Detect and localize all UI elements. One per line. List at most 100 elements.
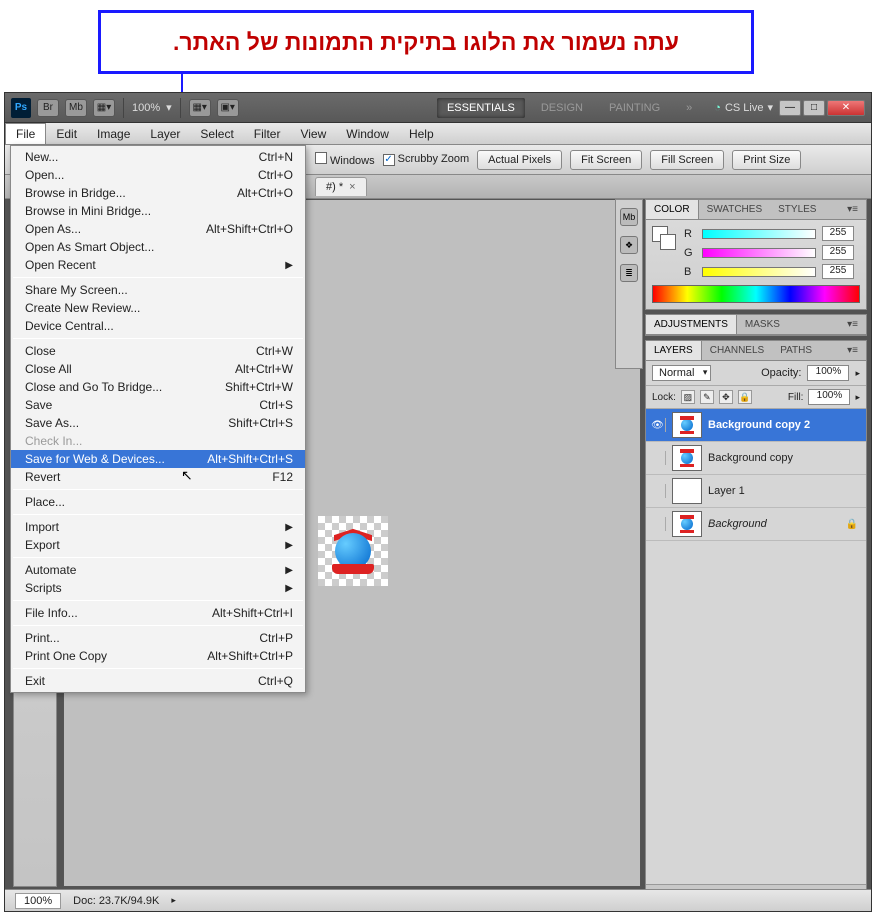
menu-item-create-new-review[interactable]: Create New Review... bbox=[11, 299, 305, 317]
layer-thumbnail[interactable] bbox=[672, 412, 702, 438]
status-doc-size[interactable]: Doc: 23.7K/94.9K bbox=[73, 895, 159, 907]
checkbox-icon[interactable]: ✓ bbox=[383, 154, 395, 166]
scrubby-zoom-option[interactable]: ✓Scrubby Zoom bbox=[383, 153, 470, 166]
menu-window[interactable]: Window bbox=[336, 123, 399, 144]
fit-screen-button[interactable]: Fit Screen bbox=[570, 150, 642, 170]
workspace-design[interactable]: DESIGN bbox=[531, 98, 593, 118]
chevron-right-icon[interactable]: ▸ bbox=[171, 895, 176, 906]
panel-menu-icon[interactable]: ▾≡ bbox=[839, 341, 866, 360]
screen-mode-button[interactable]: ▣▾ bbox=[217, 99, 239, 117]
lock-position-icon[interactable]: ✥ bbox=[719, 390, 733, 404]
menu-item-share-my-screen[interactable]: Share My Screen... bbox=[11, 281, 305, 299]
b-value[interactable]: 255 bbox=[822, 264, 854, 279]
zoom-level[interactable]: 100% bbox=[132, 102, 160, 114]
blend-mode-select[interactable]: Normal bbox=[652, 365, 711, 381]
layer-thumbnail[interactable] bbox=[672, 445, 702, 471]
layer-row[interactable]: 👁Background copy 2 bbox=[646, 409, 866, 442]
menu-layer[interactable]: Layer bbox=[140, 123, 190, 144]
menu-item-save-as[interactable]: Save As...Shift+Ctrl+S bbox=[11, 414, 305, 432]
chevron-right-icon[interactable]: ▸ bbox=[855, 392, 860, 403]
tab-swatches[interactable]: SWATCHES bbox=[699, 200, 771, 219]
menu-item-open-recent[interactable]: Open Recent▶ bbox=[11, 256, 305, 274]
menu-help[interactable]: Help bbox=[399, 123, 444, 144]
r-slider[interactable] bbox=[702, 229, 816, 239]
visibility-eye-icon[interactable] bbox=[651, 517, 665, 531]
menu-item-exit[interactable]: ExitCtrl+Q bbox=[11, 672, 305, 690]
menu-item-browse-in-mini-bridge[interactable]: Browse in Mini Bridge... bbox=[11, 202, 305, 220]
g-slider[interactable] bbox=[702, 248, 816, 258]
fill-screen-button[interactable]: Fill Screen bbox=[650, 150, 724, 170]
menu-item-scripts[interactable]: Scripts▶ bbox=[11, 579, 305, 597]
opacity-input[interactable]: 100% bbox=[807, 365, 849, 381]
tab-color[interactable]: COLOR bbox=[646, 200, 699, 219]
workspace-essentials[interactable]: ESSENTIALS bbox=[437, 98, 525, 118]
menu-select[interactable]: Select bbox=[190, 123, 243, 144]
close-tab-icon[interactable]: × bbox=[349, 181, 355, 193]
panel-menu-icon[interactable]: ▾≡ bbox=[839, 315, 866, 334]
menu-item-file-info[interactable]: File Info...Alt+Shift+Ctrl+I bbox=[11, 604, 305, 622]
visibility-eye-icon[interactable]: 👁 bbox=[651, 418, 665, 432]
arrange-button[interactable]: ▦▾ bbox=[189, 99, 211, 117]
actual-pixels-button[interactable]: Actual Pixels bbox=[477, 150, 562, 170]
lock-pixels-icon[interactable]: ✎ bbox=[700, 390, 714, 404]
menu-item-export[interactable]: Export▶ bbox=[11, 536, 305, 554]
checkbox-icon[interactable] bbox=[315, 152, 327, 164]
history-dock-icon[interactable]: ❖ bbox=[620, 236, 638, 254]
layer-thumbnail[interactable] bbox=[672, 511, 702, 537]
workspace-painting[interactable]: PAINTING bbox=[599, 98, 670, 118]
lock-all-icon[interactable]: 🔒 bbox=[738, 390, 752, 404]
bridge-button[interactable]: Br bbox=[37, 99, 59, 117]
b-slider[interactable] bbox=[702, 267, 816, 277]
r-value[interactable]: 255 bbox=[822, 226, 854, 241]
menu-view[interactable]: View bbox=[290, 123, 336, 144]
menu-item-print[interactable]: Print...Ctrl+P bbox=[11, 629, 305, 647]
tab-styles[interactable]: STYLES bbox=[770, 200, 824, 219]
menu-item-open[interactable]: Open...Ctrl+O bbox=[11, 166, 305, 184]
menu-item-open-as-smart-object[interactable]: Open As Smart Object... bbox=[11, 238, 305, 256]
menu-item-close-and-go-to-bridge[interactable]: Close and Go To Bridge...Shift+Ctrl+W bbox=[11, 378, 305, 396]
background-swatch[interactable] bbox=[660, 234, 676, 250]
layer-row[interactable]: Layer 1 bbox=[646, 475, 866, 508]
document-tab[interactable]: #) * × bbox=[315, 177, 367, 196]
tab-masks[interactable]: MASKS bbox=[737, 315, 788, 334]
menu-item-close-all[interactable]: Close AllAlt+Ctrl+W bbox=[11, 360, 305, 378]
menu-item-automate[interactable]: Automate▶ bbox=[11, 561, 305, 579]
menu-item-browse-in-bridge[interactable]: Browse in Bridge...Alt+Ctrl+O bbox=[11, 184, 305, 202]
menu-item-device-central[interactable]: Device Central... bbox=[11, 317, 305, 335]
print-size-button[interactable]: Print Size bbox=[732, 150, 801, 170]
tab-adjustments[interactable]: ADJUSTMENTS bbox=[646, 315, 737, 334]
tab-channels[interactable]: CHANNELS bbox=[702, 341, 772, 360]
lock-transparency-icon[interactable]: ▨ bbox=[681, 390, 695, 404]
dock-icon[interactable]: ≣ bbox=[620, 264, 638, 282]
tab-paths[interactable]: PATHS bbox=[772, 341, 820, 360]
menu-item-import[interactable]: Import▶ bbox=[11, 518, 305, 536]
status-zoom[interactable]: 100% bbox=[15, 893, 61, 909]
menu-item-close[interactable]: CloseCtrl+W bbox=[11, 342, 305, 360]
minibridge-dock-icon[interactable]: Mb bbox=[620, 208, 638, 226]
color-spectrum[interactable] bbox=[652, 285, 860, 303]
menu-item-print-one-copy[interactable]: Print One CopyAlt+Shift+Ctrl+P bbox=[11, 647, 305, 665]
cslive-button[interactable]: ◔ CS Live ▾ bbox=[714, 101, 773, 114]
tab-layers[interactable]: LAYERS bbox=[646, 341, 702, 360]
menu-item-save-for-web-devices[interactable]: Save for Web & Devices...Alt+Shift+Ctrl+… bbox=[11, 450, 305, 468]
chevron-right-icon[interactable]: ▸ bbox=[855, 368, 860, 379]
visibility-eye-icon[interactable] bbox=[651, 451, 665, 465]
fill-input[interactable]: 100% bbox=[808, 389, 850, 405]
layer-row[interactable]: Background copy bbox=[646, 442, 866, 475]
resize-windows-option[interactable]: Windows bbox=[315, 152, 375, 167]
maximize-button[interactable]: □ bbox=[803, 100, 825, 116]
menu-item-new[interactable]: New...Ctrl+N bbox=[11, 148, 305, 166]
visibility-eye-icon[interactable] bbox=[651, 484, 665, 498]
layer-thumbnail[interactable] bbox=[672, 478, 702, 504]
minimize-button[interactable]: — bbox=[779, 100, 801, 116]
workspace-more[interactable]: » bbox=[676, 98, 702, 118]
panel-menu-icon[interactable]: ▾≡ bbox=[839, 200, 866, 219]
chevron-down-icon[interactable]: ▾ bbox=[166, 101, 172, 114]
menu-item-place[interactable]: Place... bbox=[11, 493, 305, 511]
menu-file[interactable]: File bbox=[5, 123, 46, 144]
menu-edit[interactable]: Edit bbox=[46, 123, 87, 144]
menu-filter[interactable]: Filter bbox=[244, 123, 291, 144]
minibridge-button[interactable]: Mb bbox=[65, 99, 87, 117]
close-button[interactable]: ✕ bbox=[827, 100, 865, 116]
menu-item-revert[interactable]: RevertF12 bbox=[11, 468, 305, 486]
